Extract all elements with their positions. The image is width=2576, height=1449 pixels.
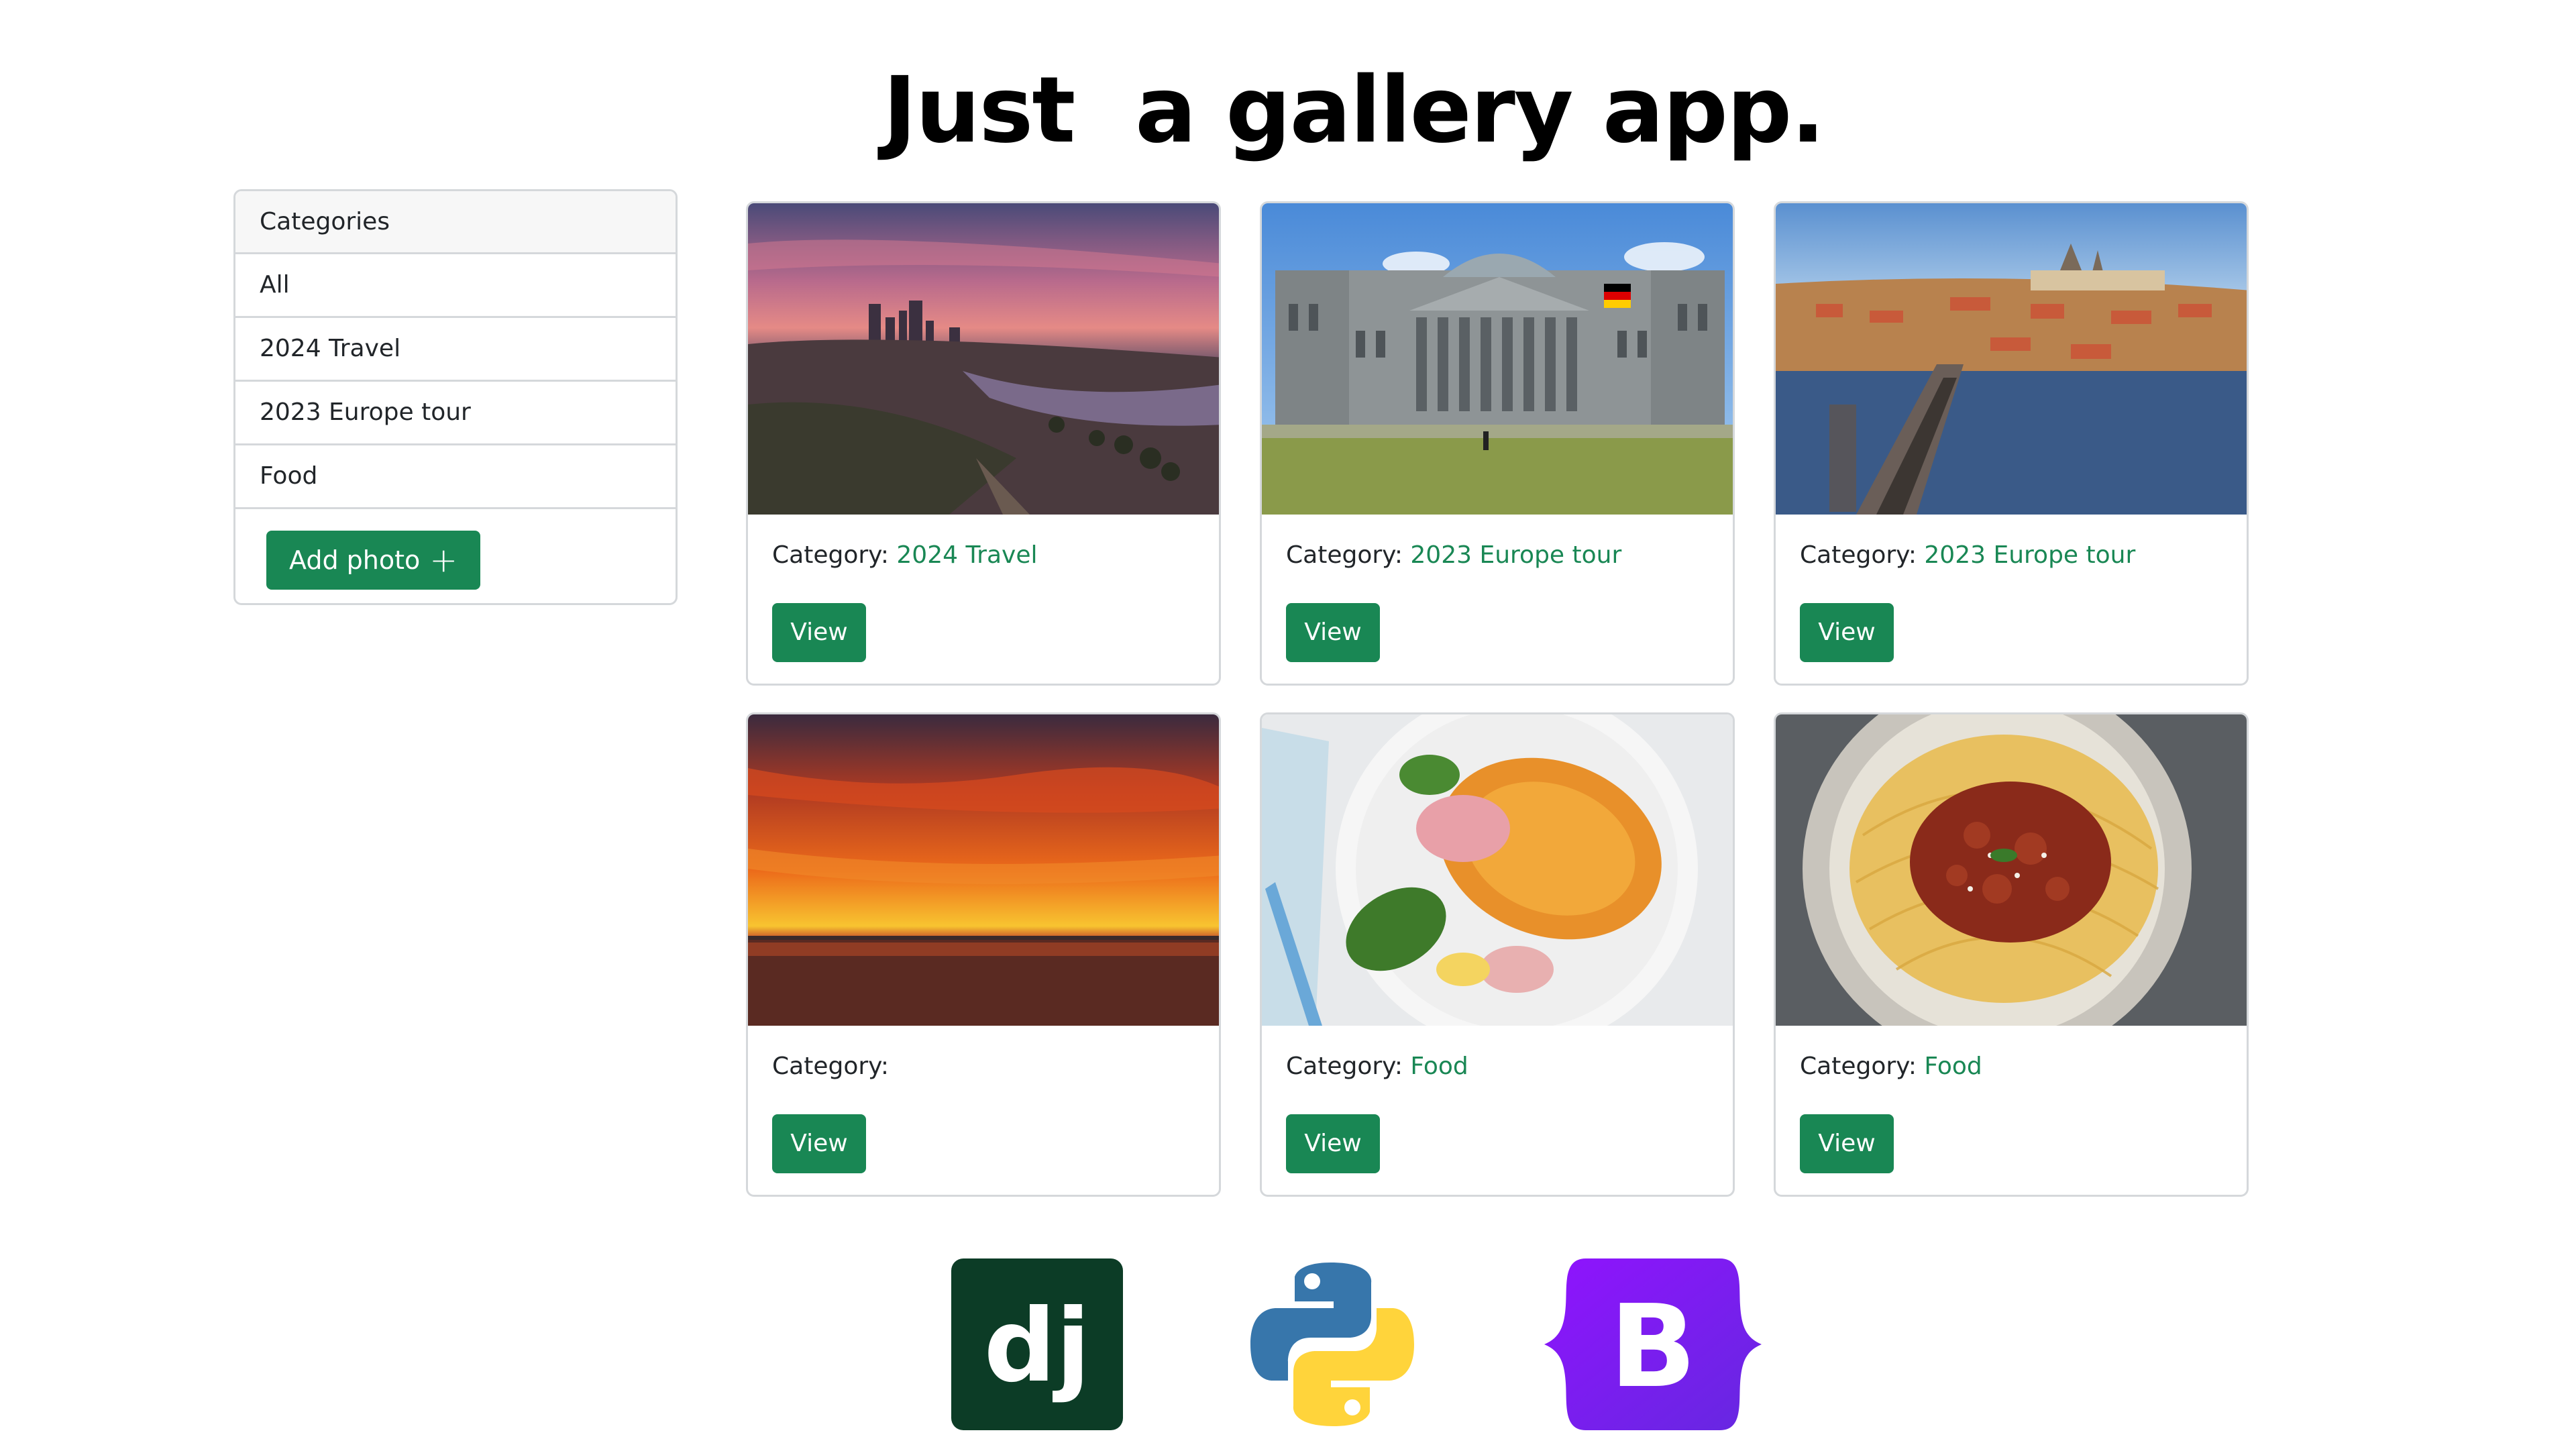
plus-icon: + <box>429 541 458 580</box>
python-logo <box>1246 1258 1418 1430</box>
ocean-sunset-photo[interactable] <box>748 714 1219 1026</box>
view-button[interactable]: View <box>1800 603 1894 662</box>
spaghetti-photo[interactable] <box>1776 714 2247 1026</box>
page: Just a gallery app. Categories All 2024 … <box>0 0 2576 1449</box>
django-logo: dj <box>951 1258 1123 1430</box>
photo-card: Category: Food View <box>1774 712 2249 1197</box>
category-item-2023-europe-tour[interactable]: 2023 Europe tour <box>235 382 676 445</box>
category-label: Category: <box>1286 541 1403 569</box>
categories-panel: Categories All 2024 Travel 2023 Europe t… <box>233 189 678 605</box>
category-label: Category: <box>1286 1053 1403 1080</box>
category-label: Category: <box>1800 1053 1917 1080</box>
card-category: Category: 2023 Europe tour <box>1800 541 2135 569</box>
photo-card: Category: 2023 Europe tour View <box>1260 201 1735 686</box>
add-photo-button[interactable]: Add photo + <box>266 531 481 590</box>
view-button[interactable]: View <box>772 603 866 662</box>
card-category: Category: <box>772 1053 889 1080</box>
category-item-all[interactable]: All <box>235 254 676 318</box>
card-category: Category: Food <box>1286 1053 1468 1080</box>
category-link[interactable]: 2023 Europe tour <box>1410 541 1621 569</box>
page-title: Just a gallery app. <box>882 58 1825 164</box>
reichstag-photo[interactable] <box>1262 203 1733 515</box>
view-button[interactable]: View <box>1286 603 1380 662</box>
view-button[interactable]: View <box>772 1114 866 1173</box>
prague-bridge-photo[interactable] <box>1776 203 2247 515</box>
category-item-food[interactable]: Food <box>235 445 676 509</box>
category-item-2024-travel[interactable]: 2024 Travel <box>235 318 676 382</box>
bootstrap-logo-text: B <box>1609 1281 1697 1413</box>
photo-card: Category: View <box>746 712 1221 1197</box>
categories-header: Categories <box>235 191 676 254</box>
bootstrap-logo: B <box>1544 1258 1762 1430</box>
view-button[interactable]: View <box>1286 1114 1380 1173</box>
photo-card: Category: 2023 Europe tour View <box>1774 201 2249 686</box>
photo-card: Category: 2024 Travel View <box>746 201 1221 686</box>
city-sunset-photo[interactable] <box>748 203 1219 515</box>
add-photo-label: Add photo <box>289 545 421 575</box>
category-label: Category: <box>772 541 889 569</box>
card-category: Category: 2024 Travel <box>772 541 1037 569</box>
category-link[interactable]: 2024 Travel <box>896 541 1037 569</box>
category-link[interactable]: Food <box>1924 1053 1982 1080</box>
view-button[interactable]: View <box>1800 1114 1894 1173</box>
croissant-photo[interactable] <box>1262 714 1733 1026</box>
photo-card: Category: Food View <box>1260 712 1735 1197</box>
card-category: Category: Food <box>1800 1053 1982 1080</box>
category-label: Category: <box>772 1053 889 1080</box>
django-logo-text: dj <box>984 1288 1091 1405</box>
category-link[interactable]: 2023 Europe tour <box>1924 541 2135 569</box>
category-link[interactable]: Food <box>1410 1053 1468 1080</box>
card-category: Category: 2023 Europe tour <box>1286 541 1621 569</box>
category-label: Category: <box>1800 541 1917 569</box>
